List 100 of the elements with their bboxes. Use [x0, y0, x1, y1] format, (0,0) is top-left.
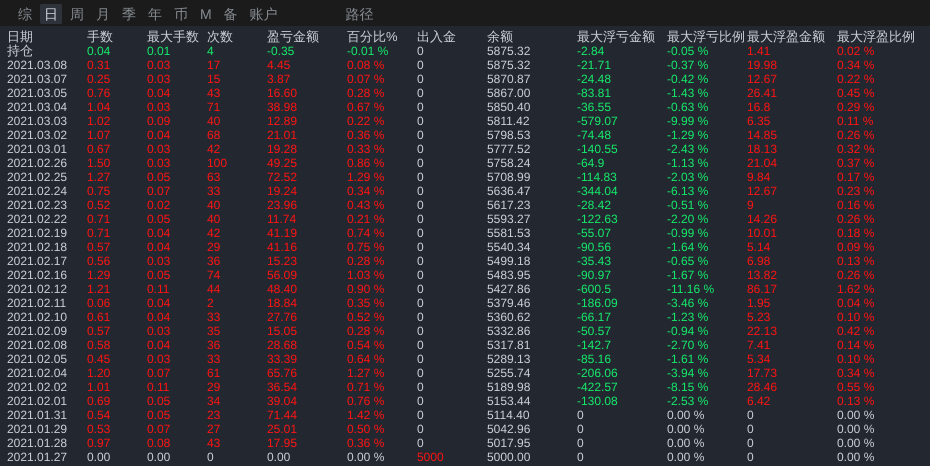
table-cell: 0.00: [147, 450, 170, 464]
table-cell: 0: [417, 198, 424, 212]
table-cell: 0.52 %: [347, 310, 384, 324]
period-tab[interactable]: 账户: [246, 4, 282, 24]
table-cell: 0.54: [87, 408, 110, 422]
table-cell: 1.01: [87, 380, 110, 394]
table-cell: 5708.99: [487, 170, 530, 184]
table-cell: 14.26: [747, 212, 778, 226]
table-cell: 5499.18: [487, 254, 530, 268]
table-cell: 5000: [417, 450, 444, 464]
table-cell: 2021.02.23: [7, 198, 68, 212]
table-cell: -140.55: [577, 142, 618, 156]
period-tab[interactable]: M: [196, 4, 216, 24]
table-cell: 0.76 %: [347, 394, 384, 408]
period-tab[interactable]: 年: [144, 4, 166, 24]
table-cell: 65.76: [267, 366, 298, 380]
table-cell: -85.16: [577, 352, 612, 366]
table-cell: 1.21: [87, 282, 110, 296]
table-cell: 0: [577, 408, 584, 422]
period-tab[interactable]: 备: [220, 4, 242, 24]
table-cell: 5360.62: [487, 310, 530, 324]
table-cell: -206.06: [577, 366, 618, 380]
table-cell: 2021.02.12: [7, 282, 68, 296]
table-cell: -0.51 %: [667, 198, 708, 212]
table-cell: 2021.02.02: [7, 380, 68, 394]
table-cell: 0.05: [147, 170, 170, 184]
table-cell: -600.5: [577, 282, 612, 296]
table-cell: 2021.02.22: [7, 212, 68, 226]
table-cell: 0.10 %: [837, 352, 874, 366]
table-cell: -36.55: [577, 100, 612, 114]
table-cell: 41.19: [267, 226, 298, 240]
table-cell: 14.85: [747, 128, 778, 142]
path-label[interactable]: 路径: [342, 4, 378, 24]
table-cell: 0.55 %: [837, 380, 874, 394]
table-cell: -422.57: [577, 380, 618, 394]
table-cell: -0.35: [267, 44, 294, 58]
period-tab[interactable]: 季: [118, 4, 140, 24]
table-cell: -122.63: [577, 212, 618, 226]
table-cell: 36: [207, 254, 220, 268]
table-cell: 0: [747, 436, 754, 450]
table-cell: 0.00 %: [837, 408, 874, 422]
table-cell: 5379.46: [487, 296, 530, 310]
table-cell: 0.09: [147, 114, 170, 128]
table-cell: 0: [417, 380, 424, 394]
table-cell: 2021.01.27: [7, 450, 68, 464]
column-header: 百分比%: [347, 30, 398, 44]
table-cell: 0.00 %: [667, 436, 704, 450]
table-cell: -3.46 %: [667, 296, 708, 310]
table-cell: 1.41: [747, 44, 770, 58]
table-cell: 0.08 %: [347, 58, 384, 72]
table-cell: -1.23 %: [667, 310, 708, 324]
table-cell: 0.04 %: [837, 296, 874, 310]
table-cell: -0.99 %: [667, 226, 708, 240]
table-cell: 0.08: [147, 436, 170, 450]
table-cell: 4.45: [267, 58, 290, 72]
table-cell: 35: [207, 324, 220, 338]
table-cell: -64.9: [577, 156, 604, 170]
table-cell: 1.29 %: [347, 170, 384, 184]
table-cell: -1.67 %: [667, 268, 708, 282]
table-cell: 71: [207, 100, 220, 114]
table-cell: -2.70 %: [667, 338, 708, 352]
period-tab[interactable]: 周: [66, 4, 88, 24]
table-cell: 36: [207, 338, 220, 352]
table-cell: -0.37 %: [667, 58, 708, 72]
table-cell: 15.05: [267, 324, 298, 338]
table-cell: 0.03: [147, 156, 170, 170]
table-cell: 2021.02.17: [7, 254, 68, 268]
table-cell: 61: [207, 366, 220, 380]
table-cell: 0.03: [147, 58, 170, 72]
table-cell: 0.09 %: [837, 240, 874, 254]
table-cell: 15: [207, 72, 220, 86]
table-cell: 0.07 %: [347, 72, 384, 86]
table-cell: 0.34 %: [837, 366, 874, 380]
table-cell: 5870.87: [487, 72, 530, 86]
table-cell: 40: [207, 114, 220, 128]
table-cell: -142.7: [577, 338, 612, 352]
period-tab[interactable]: 综: [14, 4, 36, 24]
table-cell: 5042.96: [487, 422, 530, 436]
table-cell: 0: [417, 114, 424, 128]
table-cell: -1.64 %: [667, 240, 708, 254]
table-cell: 34: [207, 394, 220, 408]
table-cell: 2021.03.07: [7, 72, 68, 86]
period-tab[interactable]: 日: [40, 4, 62, 24]
period-tab[interactable]: 币: [170, 4, 192, 24]
table-cell: 29: [207, 380, 220, 394]
table-cell: -11.16 %: [667, 282, 714, 296]
table-cell: 0.05: [147, 394, 170, 408]
table-cell: 0.00 %: [837, 450, 874, 464]
table-cell: 2021.02.04: [7, 366, 68, 380]
table-cell: 0.26 %: [837, 128, 874, 142]
table-cell: 0.34 %: [347, 184, 384, 198]
table-cell: -90.56: [577, 240, 612, 254]
table-cell: 71.44: [267, 408, 298, 422]
column-header: 手数: [87, 30, 113, 44]
table-cell: 0.28 %: [347, 324, 384, 338]
table-cell: -0.01 %: [347, 44, 388, 58]
table-cell: 0: [417, 240, 424, 254]
period-tab[interactable]: 月: [92, 4, 114, 24]
table-cell: 0.00 %: [667, 408, 704, 422]
table-cell: -1.43 %: [667, 86, 708, 100]
